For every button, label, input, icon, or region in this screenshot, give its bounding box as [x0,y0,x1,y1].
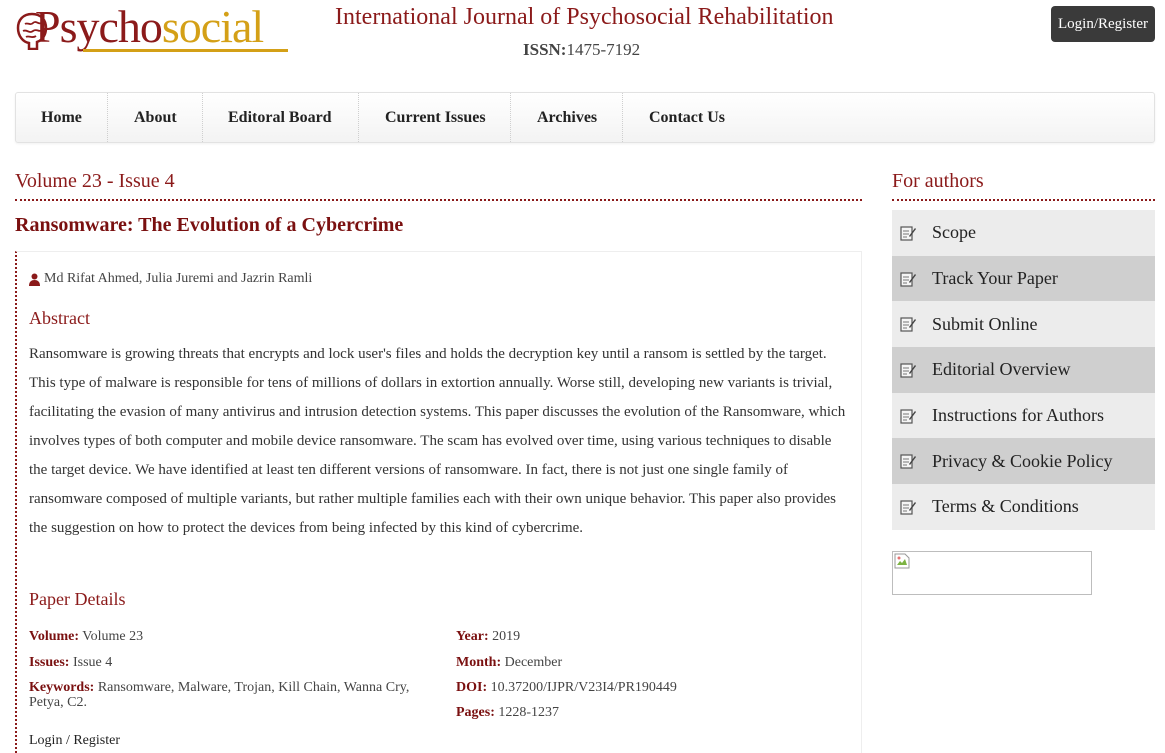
sidebar-item-track-paper[interactable]: Track Your Paper [892,255,1155,302]
abstract-text: Ransomware is growing threats that encry… [29,346,846,536]
login-register-links: Login / Register [29,733,120,749]
sidebar-item-privacy-policy[interactable]: Privacy & Cookie Policy [892,438,1155,485]
detail-month-label: Month: [456,655,502,670]
nav-about[interactable]: About [108,93,203,142]
nav-home[interactable]: Home [16,93,108,142]
authors-line: Md Rifat Ahmed, Julia Juremi and Jazrin … [29,271,312,287]
sidebar-item-label: Editorial Overview [932,359,1071,380]
detail-issues-label: Issues: [29,655,70,670]
nav-contact-us[interactable]: Contact Us [623,93,763,142]
nav-archives[interactable]: Archives [511,93,623,142]
note-icon [900,500,916,515]
detail-doi-label: DOI: [456,680,488,695]
detail-pages: Pages: 1228-1237 [456,705,559,720]
note-icon [900,226,916,241]
sidebar-item-label: Privacy & Cookie Policy [932,450,1113,471]
sidebar-item-label: Track Your Paper [932,268,1058,289]
detail-year-label: Year: [456,629,489,644]
note-icon [900,363,916,378]
detail-keywords: Keywords: Ransomware, Malware, Trojan, K… [29,680,429,710]
register-link[interactable]: Register [73,733,120,748]
detail-month: Month: December [456,655,562,670]
journal-title: International Journal of Psychosocial Re… [335,4,834,30]
detail-pages-label: Pages: [456,705,495,720]
detail-volume: Volume: Volume 23 [29,629,143,644]
detail-issues: Issues: Issue 4 [29,655,112,670]
paper-details-box: Md Rifat Ahmed, Julia Juremi and Jazrin … [15,251,862,753]
detail-issues-value: Issue 4 [72,655,113,670]
sidebar-image[interactable] [892,551,1092,595]
paper-details-heading: Paper Details [29,589,126,609]
logo-text-social: social [161,1,264,52]
issn-label: ISSN: [523,40,567,59]
note-icon [900,271,916,287]
sidebar-item-submit-online[interactable]: Submit Online [892,301,1155,348]
abstract-heading: Abstract [29,308,90,328]
detail-pages-value: 1228-1237 [498,705,560,720]
logo-underline [83,49,288,52]
sidebar-heading: For authors [892,170,1155,201]
detail-year: Year: 2019 [456,629,520,644]
paper-title: Ransomware: The Evolution of a Cybercrim… [15,214,404,236]
sidebar-item-label: Scope [932,222,976,243]
nav-editorial-board[interactable]: Editoral Board [203,93,359,142]
login-link[interactable]: Login [29,733,62,748]
sidebar-item-label: Instructions for Authors [932,405,1104,426]
logo-text-psycho: Psycho [35,1,163,52]
sidebar-item-label: Terms & Conditions [932,496,1079,517]
user-icon [29,273,40,286]
broken-image-icon [894,553,910,569]
detail-doi-value[interactable]: 10.37200/IJPR/V23I4/PR190449 [491,680,677,695]
sidebar-item-instructions[interactable]: Instructions for Authors [892,392,1155,439]
sidebar-list: Scope Track Your Paper Submit Online Edi… [892,210,1155,530]
sidebar-item-label: Submit Online [932,313,1038,334]
site-logo[interactable]: Psychosocial [15,0,290,60]
detail-doi: DOI: 10.37200/IJPR/V23I4/PR190449 [456,680,677,695]
note-icon [900,454,916,469]
issn-value: 1475-7192 [566,40,641,59]
detail-month-value: December [504,655,563,670]
detail-volume-label: Volume: [29,629,80,644]
sidebar-item-terms[interactable]: Terms & Conditions [892,484,1155,530]
detail-year-value: 2019 [492,629,521,644]
login-register-button[interactable]: Login/Register [1051,6,1155,42]
volume-heading: Volume 23 - Issue 4 [15,170,862,201]
issn: ISSN:1475-7192 [523,40,640,60]
nav-current-issues[interactable]: Current Issues [359,93,511,142]
link-separator: / [62,733,74,748]
logo-wordmark: Psychosocial [35,0,264,56]
note-icon [900,317,916,332]
note-icon [900,408,916,424]
detail-volume-value: Volume 23 [82,629,144,644]
main-nav: Home About Editoral Board Current Issues… [15,92,1155,143]
sidebar-item-editorial-overview[interactable]: Editorial Overview [892,347,1155,393]
authors-text: Md Rifat Ahmed, Julia Juremi and Jazrin … [44,271,313,286]
detail-keywords-label: Keywords: [29,680,95,695]
sidebar-item-scope[interactable]: Scope [892,210,1155,256]
